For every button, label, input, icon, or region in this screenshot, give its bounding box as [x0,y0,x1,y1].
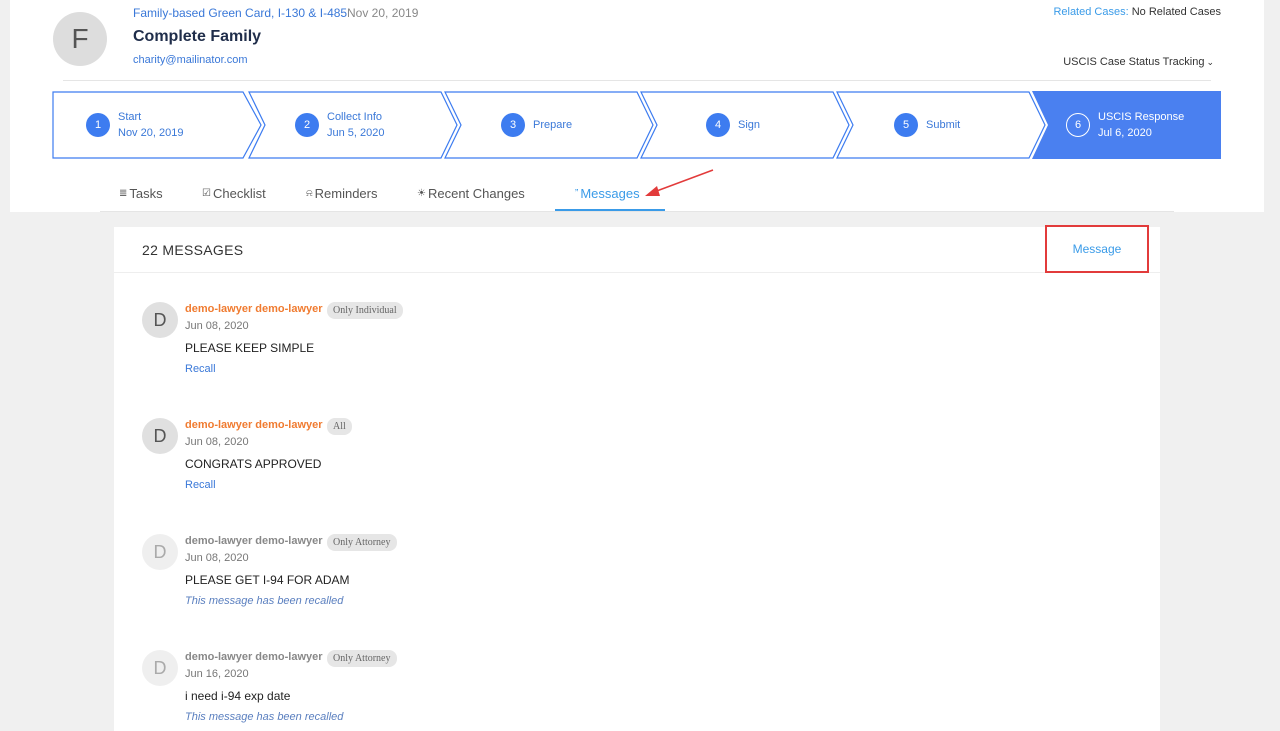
recall-link[interactable]: Recall [185,363,216,375]
step-prepare[interactable]: 3 Prepare [444,91,654,159]
annotation-arrow-icon [645,169,714,196]
recalled-note: This message has been recalled [185,711,344,723]
step-title: Sign [738,119,761,131]
message-item: D demo-lawyer demo-lawyer All Jun 08, 20… [142,418,1102,518]
case-type-link[interactable]: Family-based Green Card, I-130 & I-485 [133,6,347,20]
tab-label: Tasks [129,186,163,201]
recalled-note: This message has been recalled [185,595,344,607]
quote-icon: ” [575,188,579,199]
step-title: Start [118,111,142,123]
header-divider [63,80,1211,81]
tab-messages[interactable]: ” Messages [575,186,640,201]
message-author: demo-lawyer demo-lawyer [185,303,323,315]
case-tabs: ≣ Tasks ☑ Checklist ⍾ Reminders ☀ Recent Cha… [100,176,1174,212]
message-date: Jun 08, 2020 [185,436,249,448]
step-label: Prepare [533,117,572,133]
active-tab-underline [555,209,665,211]
related-cases-value: No Related Cases [1131,6,1221,18]
step-number: 5 [894,113,918,137]
step-label: USCIS Response Jul 6, 2020 [1098,109,1184,141]
message-item: D demo-lawyer demo-lawyer Only Individua… [142,302,1102,402]
step-label: Collect Info Jun 5, 2020 [327,109,385,141]
step-number: 3 [501,113,525,137]
step-number: 1 [86,113,110,137]
tab-label: Recent Changes [427,186,525,201]
checkbox-icon: ☑ [202,188,211,199]
new-message-button[interactable]: Message [1045,225,1149,273]
author-avatar: D [142,302,178,338]
step-title: Prepare [533,119,573,131]
step-date: Nov 20, 2019 [118,127,184,139]
message-date: Jun 08, 2020 [185,320,249,332]
uscis-tracking-label: USCIS Case Status Tracking [1063,56,1205,68]
step-label: Sign [738,117,760,133]
visibility-badge: Only Individual [327,302,403,319]
related-cases: Related Cases: No Related Cases [1053,6,1221,18]
tab-reminders[interactable]: ⍾ Reminders [306,186,377,201]
related-cases-label[interactable]: Related Cases: [1053,6,1128,18]
client-email[interactable]: charity@mailinator.com [133,54,247,66]
chevron-down-icon: ⌄ [1206,57,1214,67]
tab-recent-changes[interactable]: ☀ Recent Changes [417,186,525,201]
step-uscis-response[interactable]: 6 USCIS Response Jul 6, 2020 [1032,91,1221,159]
step-sign[interactable]: 4 Sign [640,91,850,159]
lightbulb-icon: ☀ [417,188,426,199]
tab-label: Messages [580,186,640,201]
step-submit[interactable]: 5 Submit [836,91,1046,159]
messages-count: 22 MESSAGES [142,242,244,258]
recall-link[interactable]: Recall [185,479,216,491]
step-date: Jun 5, 2020 [327,127,385,139]
tab-tasks[interactable]: ≣ Tasks [119,186,163,201]
case-header-panel: F Family-based Green Card, I-130 & I-485… [10,0,1264,212]
case-progress-steps: 1 Start Nov 20, 2019 2 Collect Info Jun … [52,91,1221,159]
family-name: Complete Family [133,28,262,45]
step-number: 6 [1066,113,1090,137]
step-number: 2 [295,113,319,137]
step-collect-info[interactable]: 2 Collect Info Jun 5, 2020 [248,91,458,159]
bell-icon: ⍾ [306,188,313,199]
step-date: Jul 6, 2020 [1098,127,1152,139]
case-created-date: Nov 20, 2019 [347,6,419,20]
tab-label: Reminders [314,186,378,201]
list-icon: ≣ [119,188,128,199]
tab-checklist[interactable]: ☑ Checklist [202,186,266,201]
step-number: 4 [706,113,730,137]
tab-label: Checklist [212,186,266,201]
message-author: demo-lawyer demo-lawyer [185,419,323,431]
message-text: CONGRATS APPROVED [185,457,322,471]
step-label: Start Nov 20, 2019 [118,109,183,141]
message-item: D demo-lawyer demo-lawyer Only Attorney … [142,650,1102,731]
author-avatar: D [142,418,178,454]
message-author: demo-lawyer demo-lawyer [185,535,323,547]
client-avatar: F [53,12,107,66]
step-title: Collect Info [327,111,383,123]
uscis-tracking-dropdown[interactable]: USCIS Case Status Tracking ⌄ [1063,56,1214,68]
message-date: Jun 16, 2020 [185,668,249,680]
visibility-badge: All [327,418,352,435]
step-title: USCIS Response [1098,111,1185,123]
visibility-badge: Only Attorney [327,534,397,551]
step-title: Submit [926,119,961,131]
message-author: demo-lawyer demo-lawyer [185,651,323,663]
author-avatar: D [142,534,178,570]
message-text: PLEASE KEEP SIMPLE [185,341,315,355]
messages-panel: 22 MESSAGES Message D demo-lawyer demo-l… [114,225,1160,731]
step-label: Submit [926,117,960,133]
message-text: i need i-94 exp date [185,689,291,703]
visibility-badge: Only Attorney [327,650,397,667]
message-text: PLEASE GET I-94 FOR ADAM [185,573,350,587]
step-start[interactable]: 1 Start Nov 20, 2019 [52,91,262,159]
messages-header: 22 MESSAGES Message [114,225,1160,273]
author-avatar: D [142,650,178,686]
message-item: D demo-lawyer demo-lawyer Only Attorney … [142,534,1102,634]
message-date: Jun 08, 2020 [185,552,249,564]
